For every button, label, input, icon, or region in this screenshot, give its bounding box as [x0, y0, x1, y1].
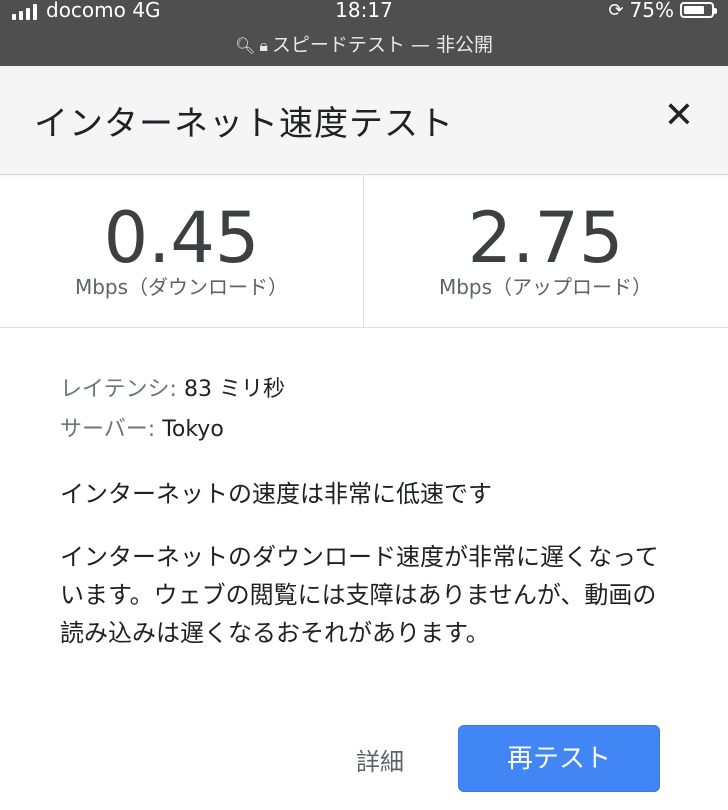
latency-label: レイテンシ: [60, 377, 184, 402]
latency-value: 83 ミリ秒 [183, 377, 285, 402]
server-row: サーバー: Tokyo [60, 410, 285, 450]
retest-button[interactable]: 再テスト [458, 725, 660, 792]
server-value: Tokyo [162, 417, 224, 442]
upload-speed-value: 2.75 [467, 197, 624, 279]
battery-percent: 75% [629, 0, 674, 22]
download-result: 0.45 Mbps（ダウンロード） [0, 175, 363, 327]
search-icon: 🔍︎ [235, 36, 256, 55]
upload-speed-unit: Mbps（アップロード） [438, 275, 653, 299]
url-text: スピードテスト — 非公開 [271, 34, 493, 56]
speed-results: 0.45 Mbps（ダウンロード） 2.75 Mbps（アップロード） [0, 175, 728, 328]
page-title: インターネット速度テスト [34, 104, 454, 144]
speed-verdict: インターネットの速度は非常に低速です [60, 480, 492, 508]
download-speed-value: 0.45 [103, 197, 260, 279]
connection-info: レイテンシ: 83 ミリ秒 サーバー: Tokyo [60, 370, 285, 450]
rotation-lock-icon: ⟳ [608, 0, 624, 21]
upload-result: 2.75 Mbps（アップロード） [364, 175, 727, 327]
status-bar: docomo 4G 18:17 ⟳ 75% 🔍︎ 🔒︎ スピードテスト — 非公開 [0, 0, 728, 66]
download-speed-unit: Mbps（ダウンロード） [74, 275, 289, 299]
latency-row: レイテンシ: 83 ミリ秒 [60, 370, 285, 410]
details-button[interactable]: 詳細 [356, 742, 404, 777]
address-bar[interactable]: 🔍︎ 🔒︎ スピードテスト — 非公開 [0, 30, 728, 57]
battery-icon [680, 2, 717, 18]
lock-icon: 🔒︎ [259, 36, 268, 55]
server-label: サーバー: [60, 417, 163, 442]
speed-description: インターネットのダウンロード速度が非常に遅くなっています。ウェブの閲覧には支障は… [60, 543, 659, 647]
dialog-header: インターネット速度テスト ✕ [0, 66, 728, 175]
close-icon[interactable]: ✕ [664, 98, 694, 134]
